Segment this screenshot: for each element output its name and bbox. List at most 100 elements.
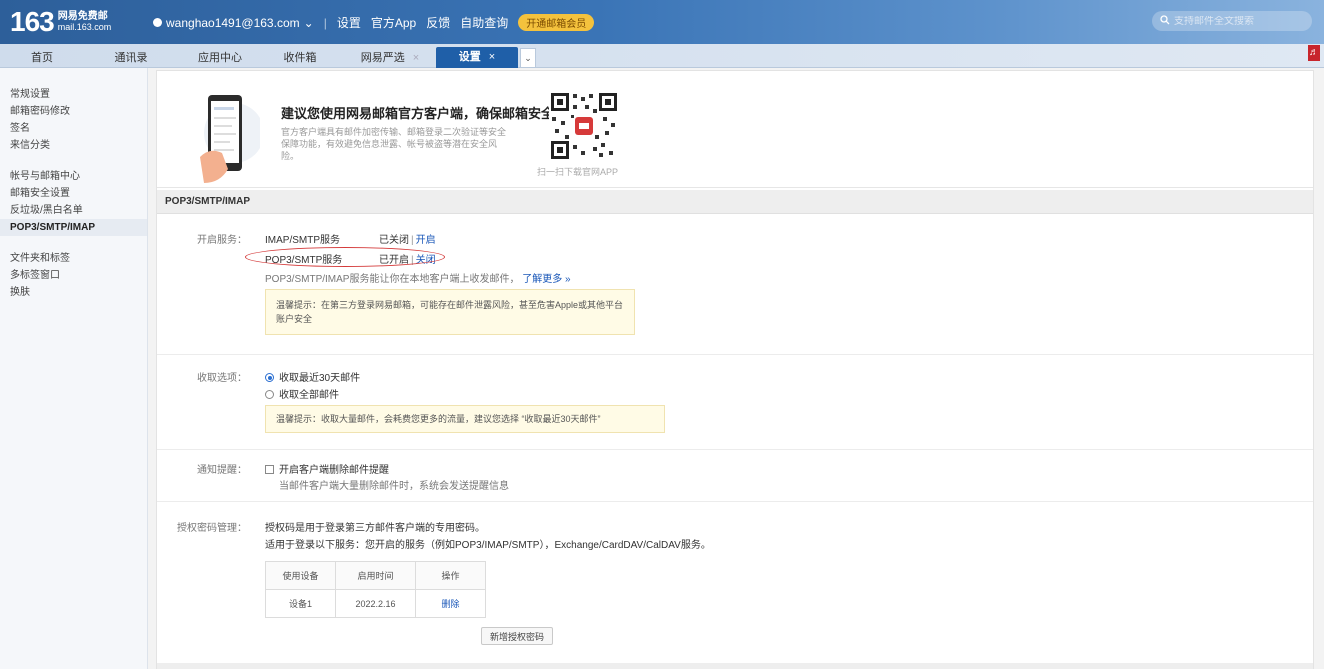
option-label: 收取最近30天邮件 [279, 373, 361, 384]
tab-label: 网易严选 [360, 52, 405, 64]
search-box [1152, 11, 1312, 31]
qr-code-icon[interactable] [549, 91, 619, 161]
tab-label: 应用中心 [198, 52, 242, 64]
status-text: 已关闭 [379, 235, 409, 246]
search-icon [1160, 14, 1170, 28]
column-header: 操作 [415, 561, 486, 590]
sidebar-item-security[interactable]: 邮箱安全设置 [0, 185, 147, 202]
tab-yanxuan[interactable]: 网易严选 × [350, 48, 430, 68]
radio-unselected[interactable] [265, 390, 274, 399]
logo-number: 163 [10, 6, 55, 37]
highlight-oval [245, 247, 445, 267]
notify-description: 当邮件客户端大量删除邮件时，系统会发送提醒信息 [279, 481, 509, 492]
vip-button[interactable]: 开通邮箱会员 [518, 14, 595, 31]
feedback-link[interactable]: 反馈 [426, 14, 450, 31]
search-input[interactable] [1174, 15, 1294, 27]
notify-label: 通知提醒： [197, 465, 247, 476]
service-label: 开启服务： [197, 235, 247, 246]
tab-label: 首页 [31, 52, 53, 64]
settings-content: 建议您使用网易邮箱官方客户端，确保邮箱安全 官方客户端具有邮件加密传输、邮箱登录… [156, 70, 1314, 669]
sidebar-group-other: 文件夹和标签 多标签窗口 换肤 [0, 250, 147, 301]
official-app-link[interactable]: 官方App [371, 14, 416, 31]
auth-label: 授权密码管理： [177, 523, 247, 534]
sidebar-item-multitab[interactable]: 多标签窗口 [0, 267, 147, 284]
auth-line1: 授权码是用于登录第三方邮件客户端的专用密码。 [265, 523, 485, 534]
imap-service-name: IMAP/SMTP服务 [265, 235, 341, 246]
section-title: POP3/SMTP/IMAP [157, 190, 1313, 214]
column-header: 启用时间 [335, 561, 416, 590]
sidebar-group-general: 常规设置 邮箱密码修改 签名 来信分类 [0, 86, 147, 154]
delete-link[interactable]: 删除 [441, 599, 459, 609]
tab-more-button[interactable]: ⌄ [520, 48, 536, 68]
logo-line1: 网易免费邮 [57, 11, 108, 22]
action-cell: 删除 [415, 589, 486, 618]
tab-contacts[interactable]: 通讯录 [106, 48, 156, 68]
table-row: 设备1 2022.2.16 删除 [265, 589, 486, 618]
auth-device-table: 使用设备 启用时间 操作 设备1 2022.2.16 删除 [265, 561, 486, 618]
service-note-text: POP3/SMTP/IMAP服务能让你在本地客户端上收发邮件， [265, 274, 520, 285]
learn-more-link[interactable]: 了解更多 » [522, 274, 570, 285]
divider: | [323, 15, 327, 30]
service-note: POP3/SMTP/IMAP服务能让你在本地客户端上收发邮件， 了解更多 » [265, 270, 571, 285]
tab-inbox[interactable]: 收件箱 [270, 48, 330, 68]
close-icon[interactable]: × [489, 51, 495, 63]
music-icon[interactable]: ♬ [1308, 45, 1320, 61]
section-footer [157, 663, 1313, 669]
phone-illustration [200, 95, 260, 183]
tab-bar: 首页 通讯录 应用中心 收件箱 网易严选 × 设置 × ⌄ [0, 44, 1324, 68]
sidebar-item-spam[interactable]: 反垃圾/黑白名单 [0, 202, 147, 219]
sidebar-item-folders[interactable]: 文件夹和标签 [0, 250, 147, 267]
tab-settings[interactable]: 设置 × [436, 47, 518, 68]
logo-text: 网易免费邮 mail.163.com [58, 11, 112, 33]
sidebar-item-account-center[interactable]: 帐号与邮箱中心 [0, 168, 147, 185]
column-header: 使用设备 [265, 561, 336, 590]
time-cell: 2022.2.16 [335, 589, 416, 618]
qr-caption: 扫一扫下载官网APP [537, 167, 619, 177]
checkbox[interactable] [265, 465, 274, 474]
table-header-row: 使用设备 启用时间 操作 [265, 561, 486, 590]
sidebar-item-mail-category[interactable]: 来信分类 [0, 137, 147, 154]
sidebar-item-pop3[interactable]: POP3/SMTP/IMAP [0, 219, 147, 236]
divider [157, 354, 1313, 355]
settings-link[interactable]: 设置 [337, 14, 361, 31]
tab-label: 通讯录 [114, 52, 148, 64]
receive-label: 收取选项： [197, 373, 247, 384]
logo-line2: mail.163.com [57, 22, 112, 32]
settings-sidebar: 常规设置 邮箱密码修改 签名 来信分类 帐号与邮箱中心 邮箱安全设置 反垃圾/黑… [0, 68, 148, 669]
imap-enable-link[interactable]: 开启 [416, 235, 436, 246]
promo-description: 官方客户端具有邮件加密传输、邮箱登录二次验证等安全保障功能，有效避免信息泄露、帐… [281, 127, 507, 161]
option-label: 收取全部邮件 [279, 390, 339, 401]
chevron-down-icon: ⌄ [303, 15, 314, 30]
client-promo-banner: 建议您使用网易邮箱官方客户端，确保邮箱安全 官方客户端具有邮件加密传输、邮箱登录… [157, 71, 1313, 188]
self-service-link[interactable]: 自助查询 [460, 14, 508, 31]
account-email: wanghao1491@163.com [166, 15, 300, 30]
tab-home[interactable]: 首页 [0, 48, 84, 68]
divider [157, 501, 1313, 502]
sidebar-group-account: 帐号与邮箱中心 邮箱安全设置 反垃圾/黑白名单 POP3/SMTP/IMAP [0, 168, 147, 236]
sidebar-item-signature[interactable]: 签名 [0, 120, 147, 137]
tab-label: 收件箱 [283, 52, 317, 64]
radio-selected[interactable] [265, 373, 274, 382]
sidebar-item-skin[interactable]: 换肤 [0, 284, 147, 301]
sidebar-item-general[interactable]: 常规设置 [0, 86, 147, 103]
promo-title: 建议您使用网易邮箱官方客户端，确保邮箱安全 [281, 106, 555, 121]
close-icon[interactable]: × [413, 52, 419, 64]
divider: | [411, 235, 414, 246]
divider [157, 449, 1313, 450]
device-cell: 设备1 [265, 589, 336, 618]
sidebar-item-password[interactable]: 邮箱密码修改 [0, 103, 147, 120]
receive-option-30-days[interactable]: 收取最近30天邮件 [265, 369, 360, 384]
receive-option-all[interactable]: 收取全部邮件 [265, 386, 339, 401]
add-auth-password-button[interactable]: 新增授权密码 [481, 627, 553, 645]
account-bar: wanghao1491@163.com ⌄ | 设置 官方App 反馈 自助查询… [153, 14, 595, 31]
account-menu[interactable]: wanghao1491@163.com ⌄ [153, 16, 314, 30]
delete-alert-option[interactable]: 开启客户端删除邮件提醒 [265, 461, 389, 476]
checkbox-label: 开启客户端删除邮件提醒 [279, 465, 389, 476]
logo[interactable]: 163 网易免费邮 mail.163.com [10, 6, 111, 38]
tab-app-center[interactable]: 应用中心 [190, 48, 250, 68]
auth-line2: 适用于登录以下服务：您开启的服务（例如POP3/IMAP/SMTP），Excha… [265, 540, 711, 551]
top-header: 163 网易免费邮 mail.163.com wanghao1491@163.c… [0, 0, 1324, 44]
imap-service-status: 已关闭 | 开启 [379, 231, 436, 246]
